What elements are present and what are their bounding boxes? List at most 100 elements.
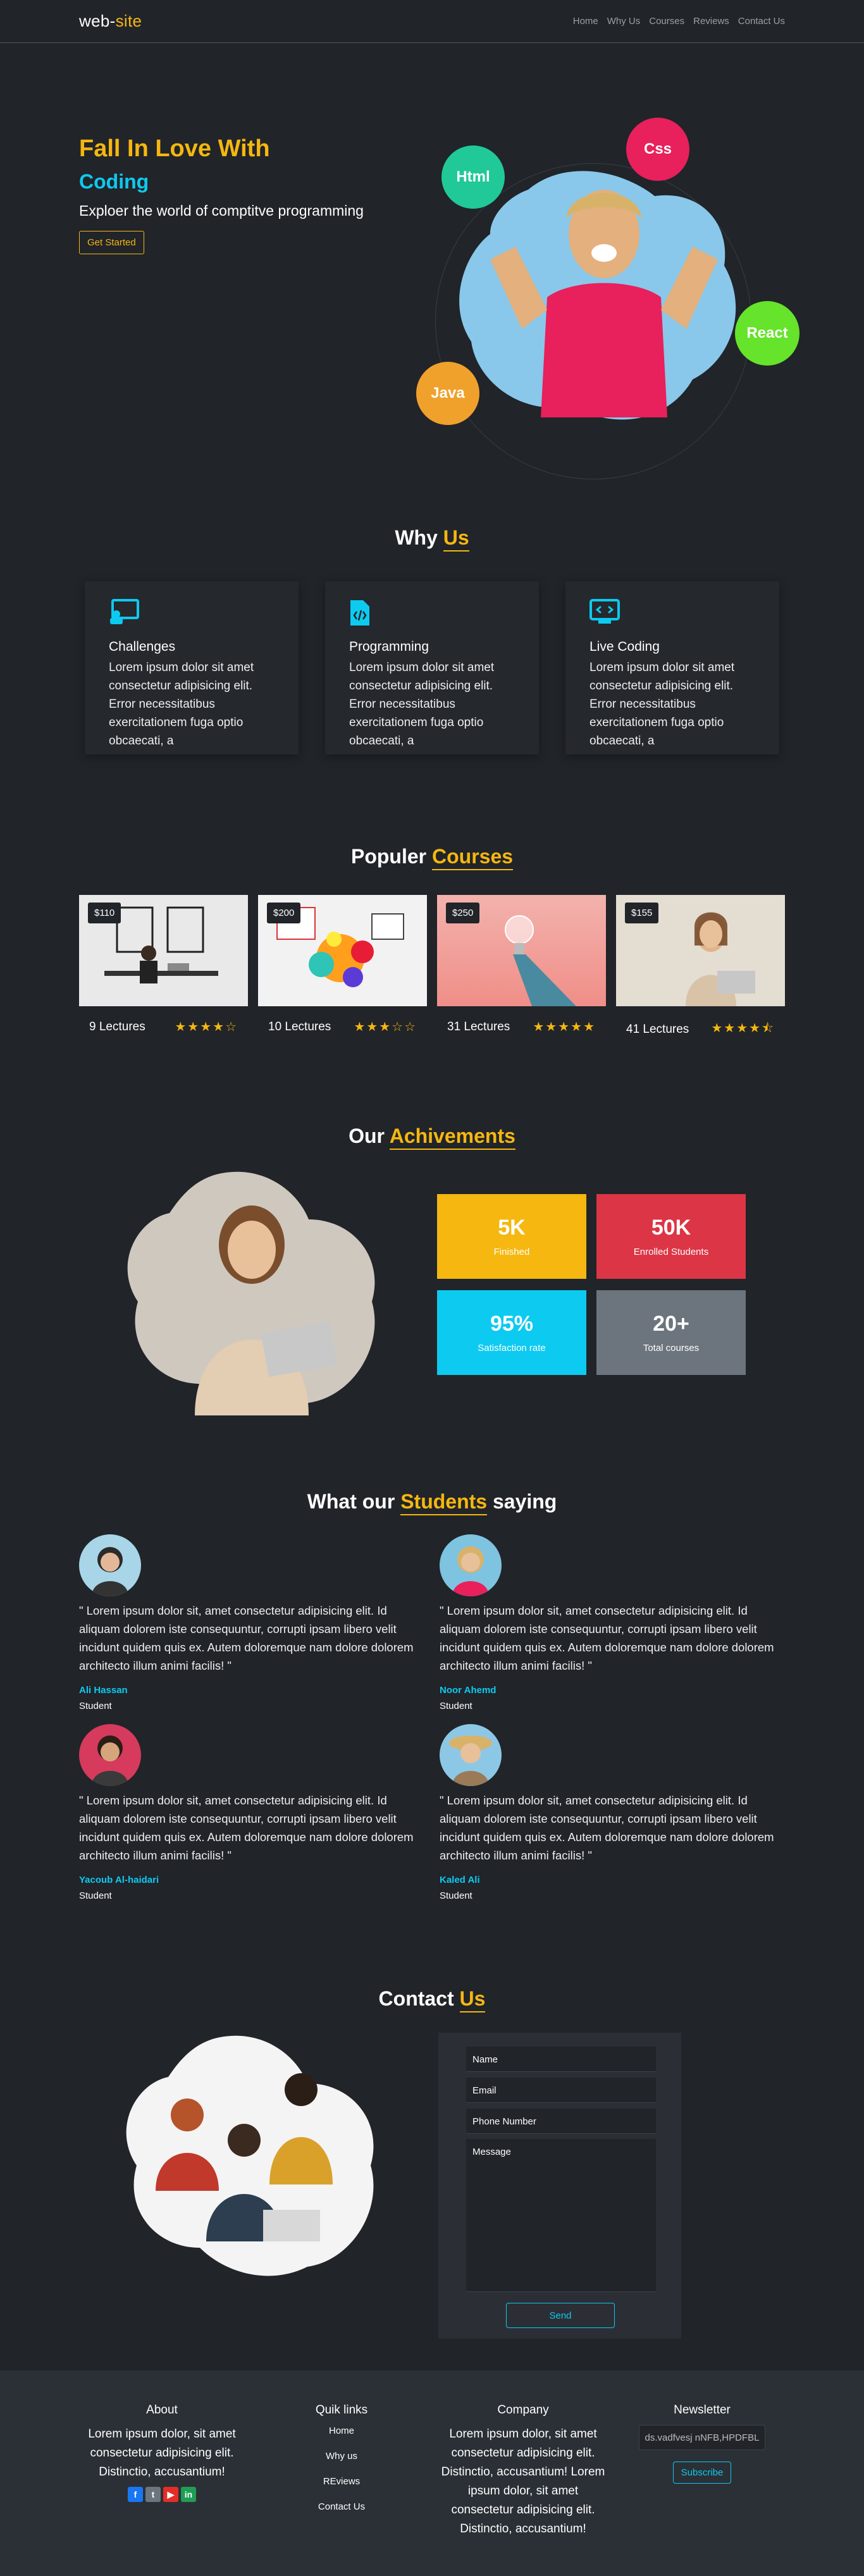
stat-enrolled: 50K Enrolled Students xyxy=(596,1194,746,1279)
java-bubble: Java xyxy=(416,362,479,425)
footer-link-home[interactable]: Home xyxy=(304,2419,380,2444)
course-price: $110 xyxy=(88,903,121,923)
stat-value: 95% xyxy=(490,1312,534,1336)
name-field[interactable]: Name xyxy=(466,2047,656,2072)
testimonial-quote: " Lorem ipsum dolor sit, amet consectetu… xyxy=(79,1794,414,1862)
contact-form: Name Email Phone Number Message Send xyxy=(438,2033,681,2339)
stat-value: 5K xyxy=(498,1216,526,1240)
stat-value: 20+ xyxy=(653,1312,689,1336)
css-bubble: Css xyxy=(626,118,689,181)
avatar xyxy=(79,1534,141,1596)
course-image: $155 xyxy=(616,895,785,1006)
hero-title: Fall In Love With xyxy=(79,135,270,162)
stat-label: Finished xyxy=(493,1247,530,1257)
why-card-text: Lorem ipsum dolor sit amet consectetur a… xyxy=(109,661,254,748)
email-field[interactable]: Email xyxy=(466,2078,656,2103)
avatar xyxy=(440,1534,502,1596)
phone-field[interactable]: Phone Number xyxy=(466,2109,656,2134)
footer-about-text: Lorem ipsum dolor, sit amet consectetur … xyxy=(88,2427,236,2479)
course-card[interactable]: $250 31 Lectures ★★★★★ xyxy=(437,895,606,1040)
footer-about-title: About xyxy=(146,2403,178,2417)
react-bubble: React xyxy=(735,301,799,366)
course-image: $200 xyxy=(258,895,427,1006)
get-started-button[interactable]: Get Started xyxy=(79,231,144,254)
footer-link-contact[interactable]: Contact Us xyxy=(304,2494,380,2520)
site-logo[interactable]: web-site xyxy=(79,11,142,31)
presentation-icon xyxy=(109,599,280,627)
why-card-live-coding: Live Coding Lorem ipsum dolor sit amet c… xyxy=(565,581,779,755)
contact-image xyxy=(126,2035,374,2276)
footer-company: Company Lorem ipsum dolor, sit amet cons… xyxy=(438,2403,608,2539)
twitter-icon[interactable]: t xyxy=(145,2487,161,2502)
nav-link-why-us[interactable]: Why Us xyxy=(607,16,641,27)
social-icons: f t ▶ in xyxy=(128,2487,196,2502)
testimonial-role: Student xyxy=(440,1701,472,1711)
testimonial-card: " Lorem ipsum dolor sit, amet consectetu… xyxy=(440,1724,781,1901)
testimonial-name: Noor Ahemd xyxy=(440,1685,497,1696)
testimonial-card: " Lorem ipsum dolor sit, amet consectetu… xyxy=(79,1534,421,1711)
courses-section: Populer Courses $110 9 Lectures ★★★★☆ $20… xyxy=(0,845,864,1040)
avatar xyxy=(440,1724,502,1786)
testimonial-quote: " Lorem ipsum dolor sit, amet consectetu… xyxy=(440,1604,774,1672)
linkedin-icon[interactable]: in xyxy=(181,2487,196,2502)
footer-link-reviews[interactable]: REviews xyxy=(304,2469,380,2494)
testimonial-quote: " Lorem ipsum dolor sit, amet consectetu… xyxy=(440,1794,774,1862)
course-row: $110 9 Lectures ★★★★☆ $200 10 Lectures ★★★… xyxy=(0,895,864,1040)
newsletter-input[interactable]: ds.vadfvesj nNFB,HPDFBL xyxy=(639,2425,765,2450)
contact-section: Contact Us Name Email Phone Number Messa… xyxy=(0,1987,864,2339)
course-card[interactable]: $200 10 Lectures ★★★☆☆ xyxy=(258,895,427,1040)
stat-total-courses: 20+ Total courses xyxy=(596,1290,746,1375)
navbar: web-site Home Why Us Courses Reviews Con… xyxy=(0,0,864,43)
why-card-challenges: Challenges Lorem ipsum dolor sit amet co… xyxy=(85,581,299,755)
why-card-title: Challenges xyxy=(109,639,176,654)
course-card[interactable]: $110 9 Lectures ★★★★☆ xyxy=(79,895,248,1040)
course-lectures: 41 Lectures xyxy=(626,1023,689,1036)
courses-title: Populer Courses xyxy=(0,845,864,870)
course-image: $110 xyxy=(79,895,248,1006)
code-window-icon xyxy=(589,599,760,627)
footer-newsletter-title: Newsletter xyxy=(674,2403,731,2417)
message-field[interactable]: Message xyxy=(466,2139,656,2292)
testimonial-name: Kaled Ali xyxy=(440,1875,480,1885)
testimonial-quote: " Lorem ipsum dolor sit, amet consectetu… xyxy=(79,1604,414,1672)
star-rating-icon: ★★★☆☆ xyxy=(354,1020,417,1034)
facebook-icon[interactable]: f xyxy=(128,2487,143,2502)
course-image: $250 xyxy=(437,895,606,1006)
course-card[interactable]: $155 41 Lectures ★★★★⯪ xyxy=(616,895,785,1040)
why-us-section: Why Us Challenges Lorem ipsum dolor sit … xyxy=(0,526,864,755)
hero-section: Fall In Love With Coding Exploer the wor… xyxy=(0,43,864,479)
achievements-image xyxy=(127,1171,375,1415)
stat-value: 50K xyxy=(651,1216,691,1240)
star-rating-icon: ★★★★★ xyxy=(533,1020,596,1034)
html-bubble: Html xyxy=(441,145,505,209)
course-lectures: 9 Lectures xyxy=(89,1020,145,1033)
star-rating-icon: ★★★★☆ xyxy=(175,1020,238,1034)
nav-links: Home Why Us Courses Reviews Contact Us xyxy=(573,16,785,27)
avatar xyxy=(79,1724,141,1786)
testimonial-role: Student xyxy=(79,1701,112,1711)
testimonial-name: Yacoub Al-haidari xyxy=(79,1875,159,1885)
star-rating-icon: ★★★★⯪ xyxy=(711,1021,775,1035)
hero-description: Exploer the world of comptitve programmi… xyxy=(79,202,364,219)
nav-link-contact[interactable]: Contact Us xyxy=(738,16,785,27)
footer-links-title: Quik links xyxy=(315,2403,368,2417)
send-button[interactable]: Send xyxy=(506,2303,615,2328)
nav-link-reviews[interactable]: Reviews xyxy=(693,16,729,27)
youtube-icon[interactable]: ▶ xyxy=(163,2487,178,2502)
footer-company-text: Lorem ipsum dolor, sit amet consectetur … xyxy=(441,2427,605,2536)
nav-link-home[interactable]: Home xyxy=(573,16,598,27)
logo-accent-text: site xyxy=(115,11,142,30)
why-card-text: Lorem ipsum dolor sit amet consectetur a… xyxy=(589,661,735,748)
why-card-title: Programming xyxy=(349,639,429,654)
footer: About Lorem ipsum dolor, sit amet consec… xyxy=(0,2370,864,2576)
why-card-text: Lorem ipsum dolor sit amet consectetur a… xyxy=(349,661,495,748)
stat-label: Satisfaction rate xyxy=(478,1343,546,1353)
testimonial-card: " Lorem ipsum dolor sit, amet consectetu… xyxy=(440,1534,781,1711)
footer-link-why-us[interactable]: Why us xyxy=(304,2444,380,2469)
why-cards: Challenges Lorem ipsum dolor sit amet co… xyxy=(0,581,864,755)
code-file-icon xyxy=(349,599,520,627)
course-price: $200 xyxy=(267,903,301,923)
subscribe-button[interactable]: Subscribe xyxy=(672,2462,732,2484)
nav-link-courses[interactable]: Courses xyxy=(649,16,684,27)
testimonial-name: Ali Hassan xyxy=(79,1685,128,1696)
